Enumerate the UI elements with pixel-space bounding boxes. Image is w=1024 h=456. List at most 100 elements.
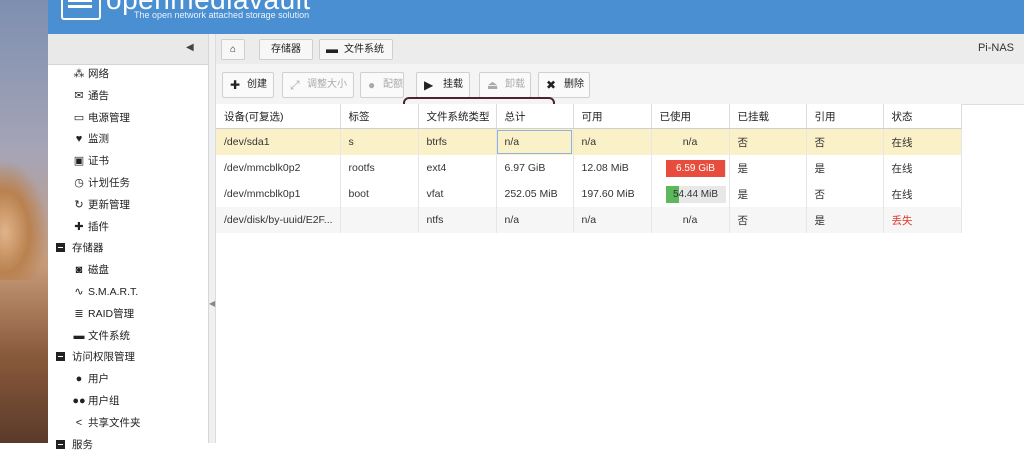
column-header[interactable]: 引用 [806,104,884,129]
column-header[interactable]: 设备(可复选) [216,104,341,129]
database-icon: ≣ [74,307,84,320]
create-button[interactable]: ✚ 创建 [222,72,274,98]
table-row[interactable]: /dev/sda1 s btrfs n/a n/a n/a 否否在线 [216,128,962,155]
sidebar-item-label: 用户 [88,373,109,386]
home-button[interactable]: ⌂ [221,39,245,60]
expand-icon: ⤢ [290,78,300,92]
cell-mounted: 否 [729,207,807,233]
quota-label: 配额 [383,79,403,90]
sidebar-item-label: 文件系统 [88,329,130,342]
sidebar-item[interactable]: ◙ 磁盘 [48,260,208,282]
calendar-clock-icon: ◷ [74,176,84,189]
sidebar-item-label: S.M.A.R.T. [88,285,139,298]
create-label: 创建 [247,79,267,90]
column-header[interactable]: 已使用 [651,104,730,129]
cell-mounted: 是 [729,155,807,181]
cell-fstype: vfat [418,181,497,207]
omv-window: openmediavault The open network attached… [48,0,1024,451]
hostname: Pi-NAS [977,42,1014,54]
user-icon: ● [75,373,83,386]
omv-logo-icon [61,0,101,20]
cell-label: rootfs [340,155,419,181]
delete-button[interactable]: ✖ 删除 [538,72,590,98]
usage-bar: 6.59 GiB [665,159,726,177]
mail-icon: ✉ [74,89,84,102]
sidebar-item-label: 证书 [88,155,109,168]
collapse-left-icon[interactable]: ◀ [186,42,194,53]
header-banner: openmediavault The open network attached… [48,0,1024,34]
sidebar-splitter[interactable]: ◀ [209,34,216,443]
sidebar-item[interactable]: ▭ 电源管理 [48,108,208,130]
heartbeat-icon: ♥ [75,133,83,146]
unmount-button[interactable]: ⏏ 卸载 [479,72,531,98]
cell-label: s [340,128,419,155]
sidebar-item[interactable]: ♥ 监测 [48,129,208,151]
wallpaper-dune [0,160,48,280]
table-row[interactable]: /dev/disk/by-uuid/E2F... ntfs n/a n/a n/a 否是丢… [216,207,962,233]
sidebar-item[interactable]: 服务 [48,435,208,456]
sidebar-item[interactable]: < 共享文件夹 [48,413,208,435]
sidebar-item[interactable]: ▬ 文件系统 [48,326,208,348]
table-header: 设备(可复选) 标签 文件系统类型 总计 可用 已使用 已挂载 引用 状态 [216,104,962,129]
cell-available: n/a [573,207,652,233]
play-icon: ▶ [424,78,434,92]
sidebar-item-label: 插件 [88,220,109,233]
sidebar-item-label: 存储器 [72,242,104,255]
cell-fstype: ntfs [418,207,497,233]
sidebar-item-label: 磁盘 [88,264,109,277]
sidebar-item[interactable]: ✉ 通告 [48,86,208,108]
sidebar-item[interactable]: ✚ 插件 [48,217,208,239]
cell-label: boot [340,181,419,207]
table-row[interactable]: /dev/mmcblk0p1 boot vfat 252.05 MiB 197.60 M… [216,181,962,207]
sidebar-item[interactable]: 访问权限管理 [48,347,208,369]
users-icon: ●● [72,394,86,407]
sidebar-item[interactable]: ● 用户 [48,369,208,391]
cell-referenced: 否 [806,128,884,155]
column-header[interactable]: 总计 [496,104,574,129]
column-header[interactable]: 状态 [883,104,962,129]
users-icon: ● [368,78,376,92]
quota-button[interactable]: ● 配额 [360,72,404,98]
sidebar-item[interactable]: ⁂ 网络 [48,64,208,86]
sidebar-item-label: 用户组 [88,394,120,407]
column-header[interactable]: 可用 [573,104,652,129]
folder-icon: ▬ [73,329,85,342]
eject-icon: ⏏ [487,78,499,92]
delete-label: 删除 [564,79,584,90]
disk-icon: ◙ [75,264,83,277]
column-header[interactable]: 标签 [340,104,419,129]
column-header[interactable]: 已挂载 [729,104,807,129]
sidebar-item[interactable]: ◷ 计划任务 [48,173,208,195]
logo-tagline: The open network attached storage soluti… [134,10,310,20]
sidebar-item-label: 计划任务 [88,176,130,189]
mount-label: 挂载 [443,79,463,90]
column-header[interactable]: 文件系统类型 [418,104,497,129]
cell-fstype: btrfs [418,128,497,155]
resize-button[interactable]: ⤢ 调整大小 [282,72,354,98]
breadcrumb-filesystem[interactable]: ▬ 文件系统 [319,39,393,60]
cell-device: /dev/mmcblk0p1 [216,181,341,207]
pulse-icon: ∿ [74,285,84,298]
sidebar-item[interactable]: ●● 用户组 [48,391,208,413]
cell-total: 6.97 GiB [496,155,574,181]
sidebar-item[interactable]: ∿ S.M.A.R.T. [48,282,208,304]
sidebar-item-label: RAID管理 [88,307,135,320]
splitter-arrow-icon[interactable]: ◀ [209,299,215,308]
breadcrumb-storage[interactable]: 存储器 [259,39,313,60]
collapse-group-icon [53,238,67,260]
cell-available: n/a [573,128,652,155]
sidebar: ◀ ⁂ 网络 ✉ 通告 ▭ 电源管理 ♥ 监测 ▣ 证书 ◷ 计划任务 ↻ 更新管理 ✚ 插件 存储器 ◙ 磁盘 ∿ S… [48,34,209,451]
mount-button[interactable]: ▶ 挂载 [416,72,470,98]
nav-tree: ⁂ 网络 ✉ 通告 ▭ 电源管理 ♥ 监测 ▣ 证书 ◷ 计划任务 ↻ 更新管理 ✚ 插件 存储器 ◙ 磁盘 ∿ S.M… [48,64,208,456]
sidebar-item[interactable]: ≣ RAID管理 [48,304,208,326]
cell-referenced: 否 [806,181,884,207]
main-panel: ⌂ 存储器 ▬ 文件系统 Pi-NAS ✚ 创建 ⤢ 调整大小 ● 配额 ▶ 挂载 ⏏ 卸… [216,34,1024,443]
sidebar-item-label: 电源管理 [88,111,130,124]
sidebar-item[interactable]: ▣ 证书 [48,151,208,173]
table-row[interactable]: /dev/mmcblk0p2 rootfs ext4 6.97 GiB 12.08 Mi… [216,155,962,181]
sidebar-item[interactable]: ↻ 更新管理 [48,195,208,217]
sidebar-item[interactable]: 存储器 [48,238,208,260]
cell-total: 252.05 MiB [496,181,574,207]
cell-status: 在线 [883,181,962,207]
battery-icon: ▭ [73,111,85,124]
